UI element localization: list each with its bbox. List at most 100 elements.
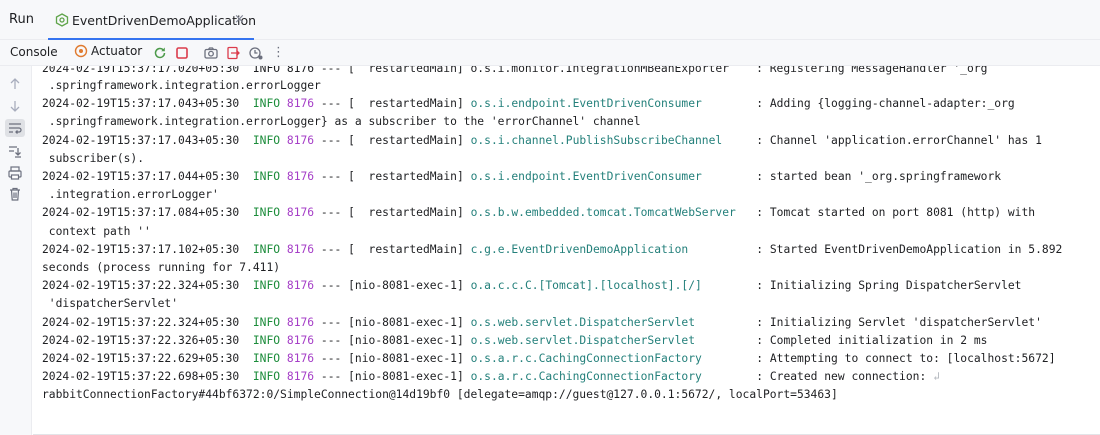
log-message: : Channel 'application.errorChannel' has… xyxy=(756,133,1042,147)
log-text: .integration.errorLogger' xyxy=(42,188,219,202)
log-class-link[interactable]: o.a.c.c.C.[Tomcat].[localhost].[/] xyxy=(471,279,702,292)
log-class-link[interactable]: o.s.a.r.c.CachingConnectionFactory xyxy=(471,352,702,365)
log-timestamp: 2024-02-19T15:37:17.102+05:30 xyxy=(42,242,240,256)
tab-console[interactable]: Console xyxy=(10,45,58,59)
log-thread: [ restartedMain] xyxy=(348,133,464,147)
log-pid: 8176 xyxy=(286,333,315,347)
wrap-indicator-icon: ↲ xyxy=(933,370,940,384)
log-line: 2024-02-19T15:37:22.326+05:30 INFO 8176 … xyxy=(42,333,988,347)
exit-icon[interactable] xyxy=(225,45,241,61)
log-pid: 8176 xyxy=(286,206,315,220)
log-message: : Adding {logging-channel-adapter:_org xyxy=(756,97,1015,111)
log-pid: 8176 xyxy=(286,133,315,147)
log-message: : Created new connection: xyxy=(756,370,934,384)
log-class-link[interactable]: c.g.e.EventDrivenDemoApplication xyxy=(471,243,689,256)
close-icon[interactable]: × xyxy=(234,12,245,27)
log-line-continuation: .springframework.integration.errorLogger xyxy=(42,77,321,95)
actuator-label: Actuator xyxy=(91,43,143,58)
log-thread: [ restartedMain] xyxy=(348,242,464,256)
console-toolbar: Console Actuator ⋮ xyxy=(0,40,1100,66)
log-line-continuation: 'dispatcherServlet' xyxy=(42,295,178,313)
log-line: 2024-02-19T15:37:17.043+05:30 INFO 8176 … xyxy=(42,97,1015,111)
log-class-link[interactable]: o.s.i.endpoint.EventDrivenConsumer xyxy=(471,170,702,183)
log-timestamp: 2024-02-19T15:37:17.084+05:30 xyxy=(42,206,240,220)
camera-icon[interactable] xyxy=(203,45,219,61)
settings-icon[interactable] xyxy=(248,45,264,61)
tab-title: EventDrivenDemoApplication xyxy=(72,13,257,28)
log-pid: 8176 xyxy=(286,352,315,365)
log-pid: 8176 xyxy=(286,97,315,111)
log-class-link[interactable]: o.s.a.r.c.CachingConnectionFactory xyxy=(471,370,702,383)
clear-icon[interactable] xyxy=(7,186,23,202)
console-output[interactable]: 2024-02-19T15:37:17.020+05:30 INFO 8176 … xyxy=(32,66,1100,435)
log-thread: [ restartedMain] xyxy=(348,97,464,111)
scroll-to-end-icon[interactable] xyxy=(7,143,23,159)
log-level: INFO xyxy=(252,370,281,384)
log-line-continuation: .integration.errorLogger' xyxy=(42,186,219,204)
log-thread: [nio-8081-exec-1] xyxy=(348,315,464,329)
log-text: rabbitConnectionFactory#44bf6372:0/Simpl… xyxy=(42,388,838,402)
log-line: 2024-02-19T15:37:22.324+05:30 INFO 8176 … xyxy=(42,315,1042,329)
log-line: 2024-02-19T15:37:22.698+05:30 INFO 8176 … xyxy=(42,370,940,384)
log-level: INFO xyxy=(252,133,281,147)
log-class-link[interactable]: o.s.web.servlet.DispatcherServlet xyxy=(471,334,695,347)
stop-icon[interactable] xyxy=(174,45,190,61)
tab-eventdrivendemoapplication[interactable]: EventDrivenDemoApplication × xyxy=(48,6,257,40)
log-timestamp: 2024-02-19T15:37:22.324+05:30 xyxy=(42,279,240,293)
log-level: INFO xyxy=(252,97,281,111)
log-line-continuation: seconds (process running for 7.411) xyxy=(42,259,280,277)
log-level: INFO xyxy=(252,206,281,220)
log-pid: 8176 xyxy=(286,279,315,293)
tab-actuator[interactable]: Actuator xyxy=(74,43,142,61)
scroll-down-icon[interactable] xyxy=(7,98,23,114)
log-text: 'dispatcherServlet' xyxy=(42,297,179,311)
log-thread: [ restartedMain] xyxy=(348,170,464,183)
print-icon[interactable] xyxy=(7,165,23,181)
log-text: subscriber(s). xyxy=(42,151,145,165)
log-text: .springframework.integration.errorLogger xyxy=(42,79,321,92)
log-timestamp: 2024-02-19T15:37:22.326+05:30 xyxy=(42,333,240,347)
rerun-icon[interactable] xyxy=(152,45,168,61)
log-class-link[interactable]: o.s.i.endpoint.EventDrivenConsumer xyxy=(471,97,702,110)
log-line: 2024-02-19T15:37:17.102+05:30 INFO 8176 … xyxy=(42,242,1063,256)
log-class-link[interactable]: o.s.b.w.embedded.tomcat.TomcatWebServer xyxy=(471,206,736,219)
log-line: 2024-02-19T15:37:17.043+05:30 INFO 8176 … xyxy=(42,133,1042,147)
log-line: 2024-02-19T15:37:17.084+05:30 INFO 8176 … xyxy=(42,206,1036,220)
more-icon[interactable]: ⋮ xyxy=(272,45,285,60)
log-line: 2024-02-19T15:37:22.324+05:30 INFO 8176 … xyxy=(42,279,1022,293)
log-text: seconds (process running for 7.411) xyxy=(42,261,281,274)
log-message: : Started EventDrivenDemoApplication in … xyxy=(756,242,1063,256)
log-message: : started bean '_org.springframework xyxy=(756,170,1002,183)
scroll-up-icon[interactable] xyxy=(7,76,23,92)
run-tool-window-header: Run EventDrivenDemoApplication × xyxy=(0,0,1100,40)
log-line-continuation: context path '' xyxy=(42,223,151,241)
log-level: INFO xyxy=(252,315,281,329)
log-timestamp: 2024-02-19T15:37:22.629+05:30 xyxy=(42,352,240,365)
log-thread: [nio-8081-exec-1] xyxy=(348,279,464,293)
log-line-continuation: rabbitConnectionFactory#44bf6372:0/Simpl… xyxy=(42,386,838,404)
log-timestamp: 2024-02-19T15:37:22.698+05:30 xyxy=(42,370,240,384)
log-message: : Completed initialization in 2 ms xyxy=(756,333,988,347)
console-actions-gutter xyxy=(0,66,32,435)
log-line: 2024-02-19T15:37:17.044+05:30 INFO 8176 … xyxy=(42,170,1002,183)
log-class-link[interactable]: o.s.web.servlet.DispatcherServlet xyxy=(471,316,695,329)
log-timestamp: 2024-02-19T15:37:17.044+05:30 xyxy=(42,170,240,183)
log-pid: 8176 xyxy=(286,370,315,384)
log-timestamp: 2024-02-19T15:37:22.324+05:30 xyxy=(42,315,240,329)
log-message: : Initializing Spring DispatcherServlet xyxy=(756,279,1022,293)
log-text: context path '' xyxy=(42,224,151,238)
log-message: : Tomcat started on port 8081 (http) wit… xyxy=(756,206,1036,220)
log-pid: 8176 xyxy=(286,170,315,183)
soft-wrap-icon[interactable] xyxy=(5,119,25,137)
log-line-continuation: subscriber(s). xyxy=(42,150,144,168)
log-level: INFO xyxy=(252,352,281,365)
actuator-icon xyxy=(74,44,88,57)
log-line-continuation: .springframework.integration.errorLogger… xyxy=(42,113,641,131)
log-thread: [nio-8081-exec-1] xyxy=(348,352,464,365)
log-class-link[interactable]: o.s.i.channel.PublishSubscribeChannel xyxy=(471,134,723,147)
log-level: INFO xyxy=(252,333,281,347)
log-message: : Attempting to connect to: [localhost:5… xyxy=(756,352,1056,365)
log-text: .springframework.integration.errorLogger… xyxy=(42,115,641,129)
log-level: INFO xyxy=(252,242,281,256)
log-line: 2024-02-19T15:37:22.629+05:30 INFO 8176 … xyxy=(42,352,1056,365)
